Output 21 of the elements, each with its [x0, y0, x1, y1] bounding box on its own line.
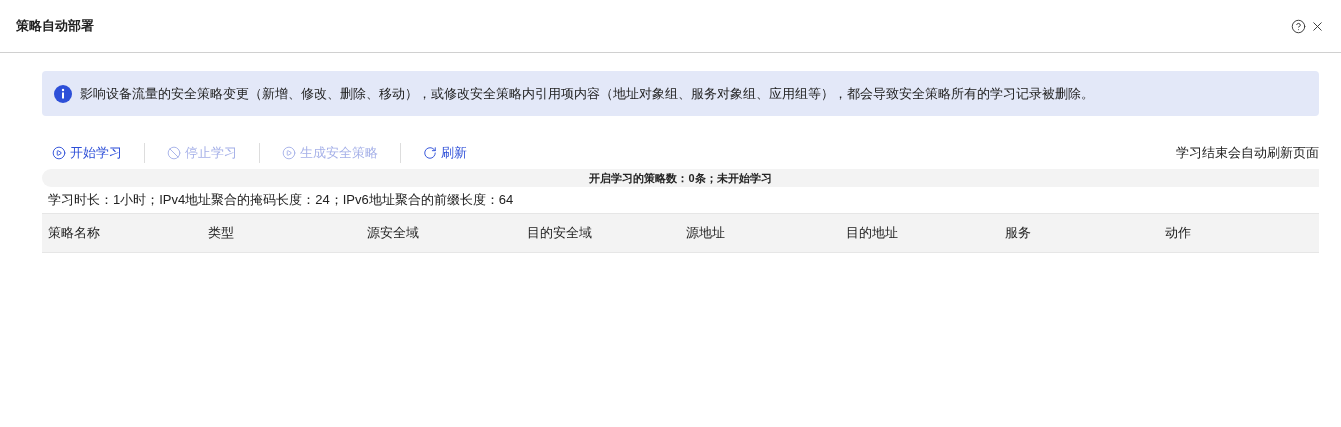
column-header: 策略名称 — [47, 224, 101, 243]
column-header: 源地址 — [685, 224, 726, 243]
settings-text: 学习时长：1小时；IPv4地址聚合的掩码长度：24；IPv6地址聚合的前缀长度：64 — [47, 191, 515, 209]
auto-refresh-hint: 学习结束会自动刷新页面 — [1176, 144, 1319, 163]
column-header: 动作 — [1163, 224, 1192, 243]
toolbar-button[interactable]: 刷新 — [413, 143, 477, 163]
play-icon — [282, 146, 296, 160]
column-header: 目的安全域 — [525, 224, 593, 243]
column-header: 目的地址 — [844, 224, 899, 243]
window-title: 策略自动部署 — [16, 17, 94, 36]
status-bar: 开启学习的策略数：0条；未开始学习 — [42, 169, 1319, 187]
help-icon[interactable] — [1291, 18, 1306, 34]
column-header: 服务 — [1004, 224, 1032, 243]
info-text: 影响设备流量的安全策略变更（新增、修改、删除、移动），或修改安全策略内引用项内容（地址对象组、服务对象组、应用组等），都会导致安全策略所有的学习记录被删除。 — [80, 84, 1094, 103]
play-icon — [52, 146, 66, 160]
ban-icon — [167, 146, 181, 160]
info-icon — [54, 84, 72, 103]
toolbar-button[interactable]: 开始学习 — [42, 143, 132, 163]
column-header: 类型 — [206, 224, 235, 243]
column-header: 源安全域 — [366, 224, 420, 243]
refresh-icon — [423, 146, 437, 160]
